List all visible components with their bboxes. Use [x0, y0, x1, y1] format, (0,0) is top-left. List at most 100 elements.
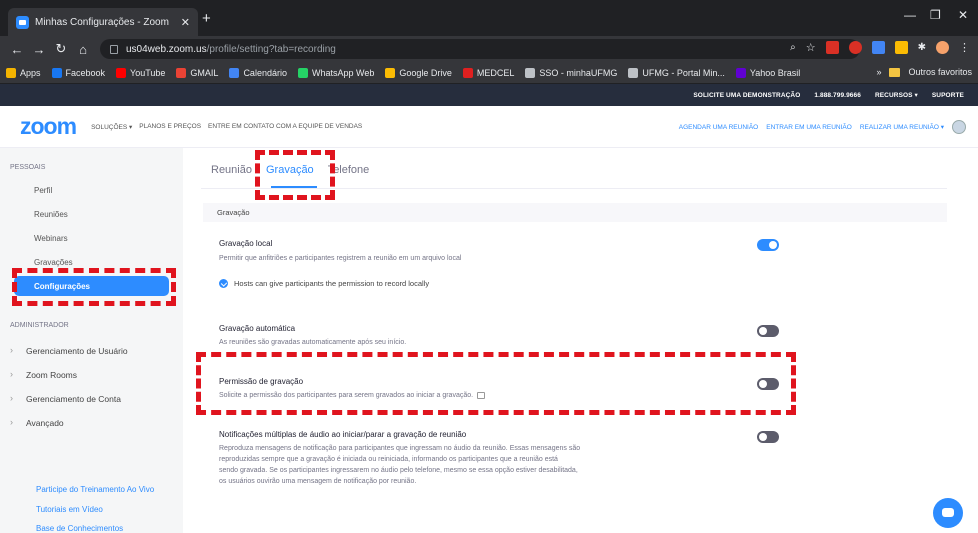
- request-demo-link[interactable]: SOLICITE UMA DEMONSTRAÇÃO: [693, 92, 800, 99]
- reload-icon[interactable]: ↻: [50, 41, 72, 57]
- info-icon[interactable]: [477, 391, 486, 399]
- toggle-knob: [759, 380, 767, 388]
- zoom-nav: SOLUÇÕES ▾ PLANOS E PREÇOS ENTRE EM CONT…: [91, 123, 362, 131]
- bookmark-google-drive[interactable]: Google Drive: [385, 67, 452, 78]
- bookmark-label: Calendário: [243, 67, 287, 78]
- setting-recording-permission-title: Permissão de gravação: [219, 377, 304, 386]
- bookmark-youtube[interactable]: YouTube: [116, 67, 166, 78]
- local-recording-toggle[interactable]: [757, 239, 779, 251]
- chevron-right-icon: ›: [10, 417, 13, 427]
- bookmark-yahoo[interactable]: Yahoo Brasil: [735, 67, 801, 78]
- home-icon[interactable]: ⌂: [72, 42, 94, 57]
- lock-icon: [110, 44, 118, 54]
- toggle-knob: [769, 241, 777, 249]
- setting-local-recording-title: Gravação local: [219, 239, 273, 248]
- zoom-logo[interactable]: zoom: [20, 113, 77, 140]
- setting-audio-notifications-desc-4: os usuários ouvirão uma mensagem de noti…: [219, 478, 417, 485]
- url-path: /profile/setting?tab=recording: [206, 43, 336, 55]
- sidebar-item-perfil[interactable]: Perfil: [34, 186, 52, 195]
- youtube-icon: [116, 67, 127, 78]
- sidebar-item-webinars[interactable]: Webinars: [34, 234, 68, 243]
- new-tab-button[interactable]: +: [202, 10, 211, 27]
- address-bar-row: ← → ↻ ⌂ us04web.zoom.us/profile/setting?…: [0, 36, 978, 62]
- star-icon[interactable]: ☆: [806, 41, 816, 54]
- sidebar-item-advanced[interactable]: Avançado: [26, 418, 64, 428]
- browser-tab[interactable]: Minhas Configurações - Zoom ✕: [8, 8, 198, 36]
- audio-notifications-toggle[interactable]: [757, 431, 779, 443]
- nav-contact-sales[interactable]: ENTRE EM CONTATO COM A EQUIPE DE VENDAS: [208, 123, 362, 131]
- sidebar-item-reunioes[interactable]: Reuniões: [34, 210, 68, 219]
- setting-audio-notifications-desc-2: reproduzidas sempre que a gravação é ini…: [219, 456, 558, 463]
- host-permission-label: Hosts can give participants the permissi…: [234, 279, 430, 288]
- setting-auto-recording-desc: As reuniões são gravadas automaticamente…: [219, 339, 407, 346]
- extension-pdf-icon[interactable]: [825, 41, 839, 54]
- maximize-icon[interactable]: ❐: [930, 8, 941, 22]
- nav-plans[interactable]: PLANOS E PREÇOS: [139, 123, 201, 131]
- calendar-icon: [229, 67, 240, 78]
- facebook-icon: [51, 67, 62, 78]
- other-favorites-link[interactable]: Outros favoritos: [908, 67, 972, 77]
- url-input[interactable]: us04web.zoom.us/profile/setting?tab=reco…: [100, 39, 860, 59]
- zoom-promo-bar: SOLICITE UMA DEMONSTRAÇÃO 1.888.799.9666…: [0, 84, 978, 106]
- bookmark-gmail[interactable]: GMAIL: [176, 67, 218, 78]
- setting-recording-permission-desc: Solicite a permissão dos participantes p…: [219, 390, 486, 401]
- sidebar-item-gravacoes[interactable]: Gravações: [34, 258, 73, 267]
- host-meeting-menu[interactable]: REALIZAR UMA REUNIÃO ▾: [860, 123, 944, 131]
- extension-abp-icon[interactable]: [848, 41, 862, 54]
- extension-translate-icon[interactable]: [871, 41, 885, 54]
- support-link[interactable]: SUPORTE: [932, 92, 964, 99]
- chat-bubble-button[interactable]: [933, 498, 963, 528]
- sidebar-item-zoom-rooms[interactable]: Zoom Rooms: [26, 370, 77, 380]
- setting-local-recording-desc: Permitir que anfitriões e participantes …: [219, 255, 462, 262]
- folder-icon: [889, 67, 901, 77]
- bookmark-label: Yahoo Brasil: [749, 67, 801, 78]
- minimize-icon[interactable]: —: [904, 8, 916, 22]
- tab-reuniao[interactable]: Reunião: [211, 164, 252, 176]
- toggle-knob: [759, 327, 767, 335]
- profile-avatar-icon[interactable]: [936, 41, 949, 54]
- browser-tab-bar: Minhas Configurações - Zoom ✕ + — ❐ ✕: [0, 0, 978, 36]
- live-training-link[interactable]: Participe do Treinamento Ao Vivo: [36, 485, 154, 494]
- user-avatar[interactable]: [952, 120, 966, 134]
- back-icon[interactable]: ←: [6, 42, 28, 57]
- join-meeting-link[interactable]: ENTRAR EM UMA REUNIÃO: [766, 124, 852, 131]
- bookmark-facebook[interactable]: Facebook: [51, 67, 105, 78]
- whatsapp-icon: [297, 67, 308, 78]
- bookmark-ufmg-portal[interactable]: UFMG - Portal Min...: [628, 67, 725, 78]
- video-tutorials-link[interactable]: Tutoriais em Vídeo: [36, 505, 103, 514]
- resources-menu[interactable]: RECURSOS ▾: [875, 91, 918, 99]
- tab-telefone[interactable]: Telefone: [328, 164, 370, 176]
- section-header: Gravação: [203, 203, 947, 222]
- gmail-icon: [176, 67, 187, 78]
- sidebar-item-account-management[interactable]: Gerenciamento de Conta: [26, 394, 121, 404]
- sidebar-item-configuracoes[interactable]: Configurações: [14, 276, 169, 296]
- bookmark-calendario[interactable]: Calendário: [229, 67, 287, 78]
- close-window-icon[interactable]: ✕: [958, 8, 968, 22]
- close-tab-icon[interactable]: ✕: [181, 16, 190, 29]
- bookmark-apps[interactable]: Apps: [6, 67, 41, 78]
- knowledge-base-link[interactable]: Base de Conhecimentos: [36, 524, 123, 533]
- nav-solutions[interactable]: SOLUÇÕES ▾: [91, 123, 132, 131]
- menu-kebab-icon[interactable]: ⋮: [959, 41, 970, 54]
- sidebar-item-user-management[interactable]: Gerenciamento de Usuário: [26, 346, 128, 356]
- bookmark-sso[interactable]: SSO - minhaUFMG: [525, 67, 618, 78]
- sidebar-section-admin: ADMINISTRADOR: [10, 322, 69, 329]
- zoom-icon[interactable]: ⌕: [790, 42, 796, 53]
- chevron-right-icon: ›: [10, 393, 13, 403]
- schedule-meeting-link[interactable]: AGENDAR UMA REUNIÃO: [679, 124, 758, 131]
- medcel-icon: [462, 67, 473, 78]
- extension-emoji-icon[interactable]: [894, 41, 908, 54]
- bookmark-medcel[interactable]: MEDCEL: [462, 67, 515, 78]
- more-bookmarks-button[interactable]: »: [876, 67, 881, 77]
- host-permission-checkbox[interactable]: [219, 279, 228, 288]
- tab-gravacao[interactable]: Gravação: [266, 164, 314, 176]
- auto-recording-toggle[interactable]: [757, 325, 779, 337]
- bookmark-label: YouTube: [130, 67, 166, 78]
- forward-icon[interactable]: →: [28, 42, 50, 57]
- bookmark-whatsapp[interactable]: WhatsApp Web: [297, 67, 374, 78]
- bookmark-label: SSO - minhaUFMG: [539, 67, 618, 78]
- globe-icon: [525, 67, 536, 78]
- puzzle-icon[interactable]: ✱: [918, 42, 926, 53]
- recording-permission-toggle[interactable]: [757, 378, 779, 390]
- bookmark-label: MEDCEL: [476, 67, 515, 78]
